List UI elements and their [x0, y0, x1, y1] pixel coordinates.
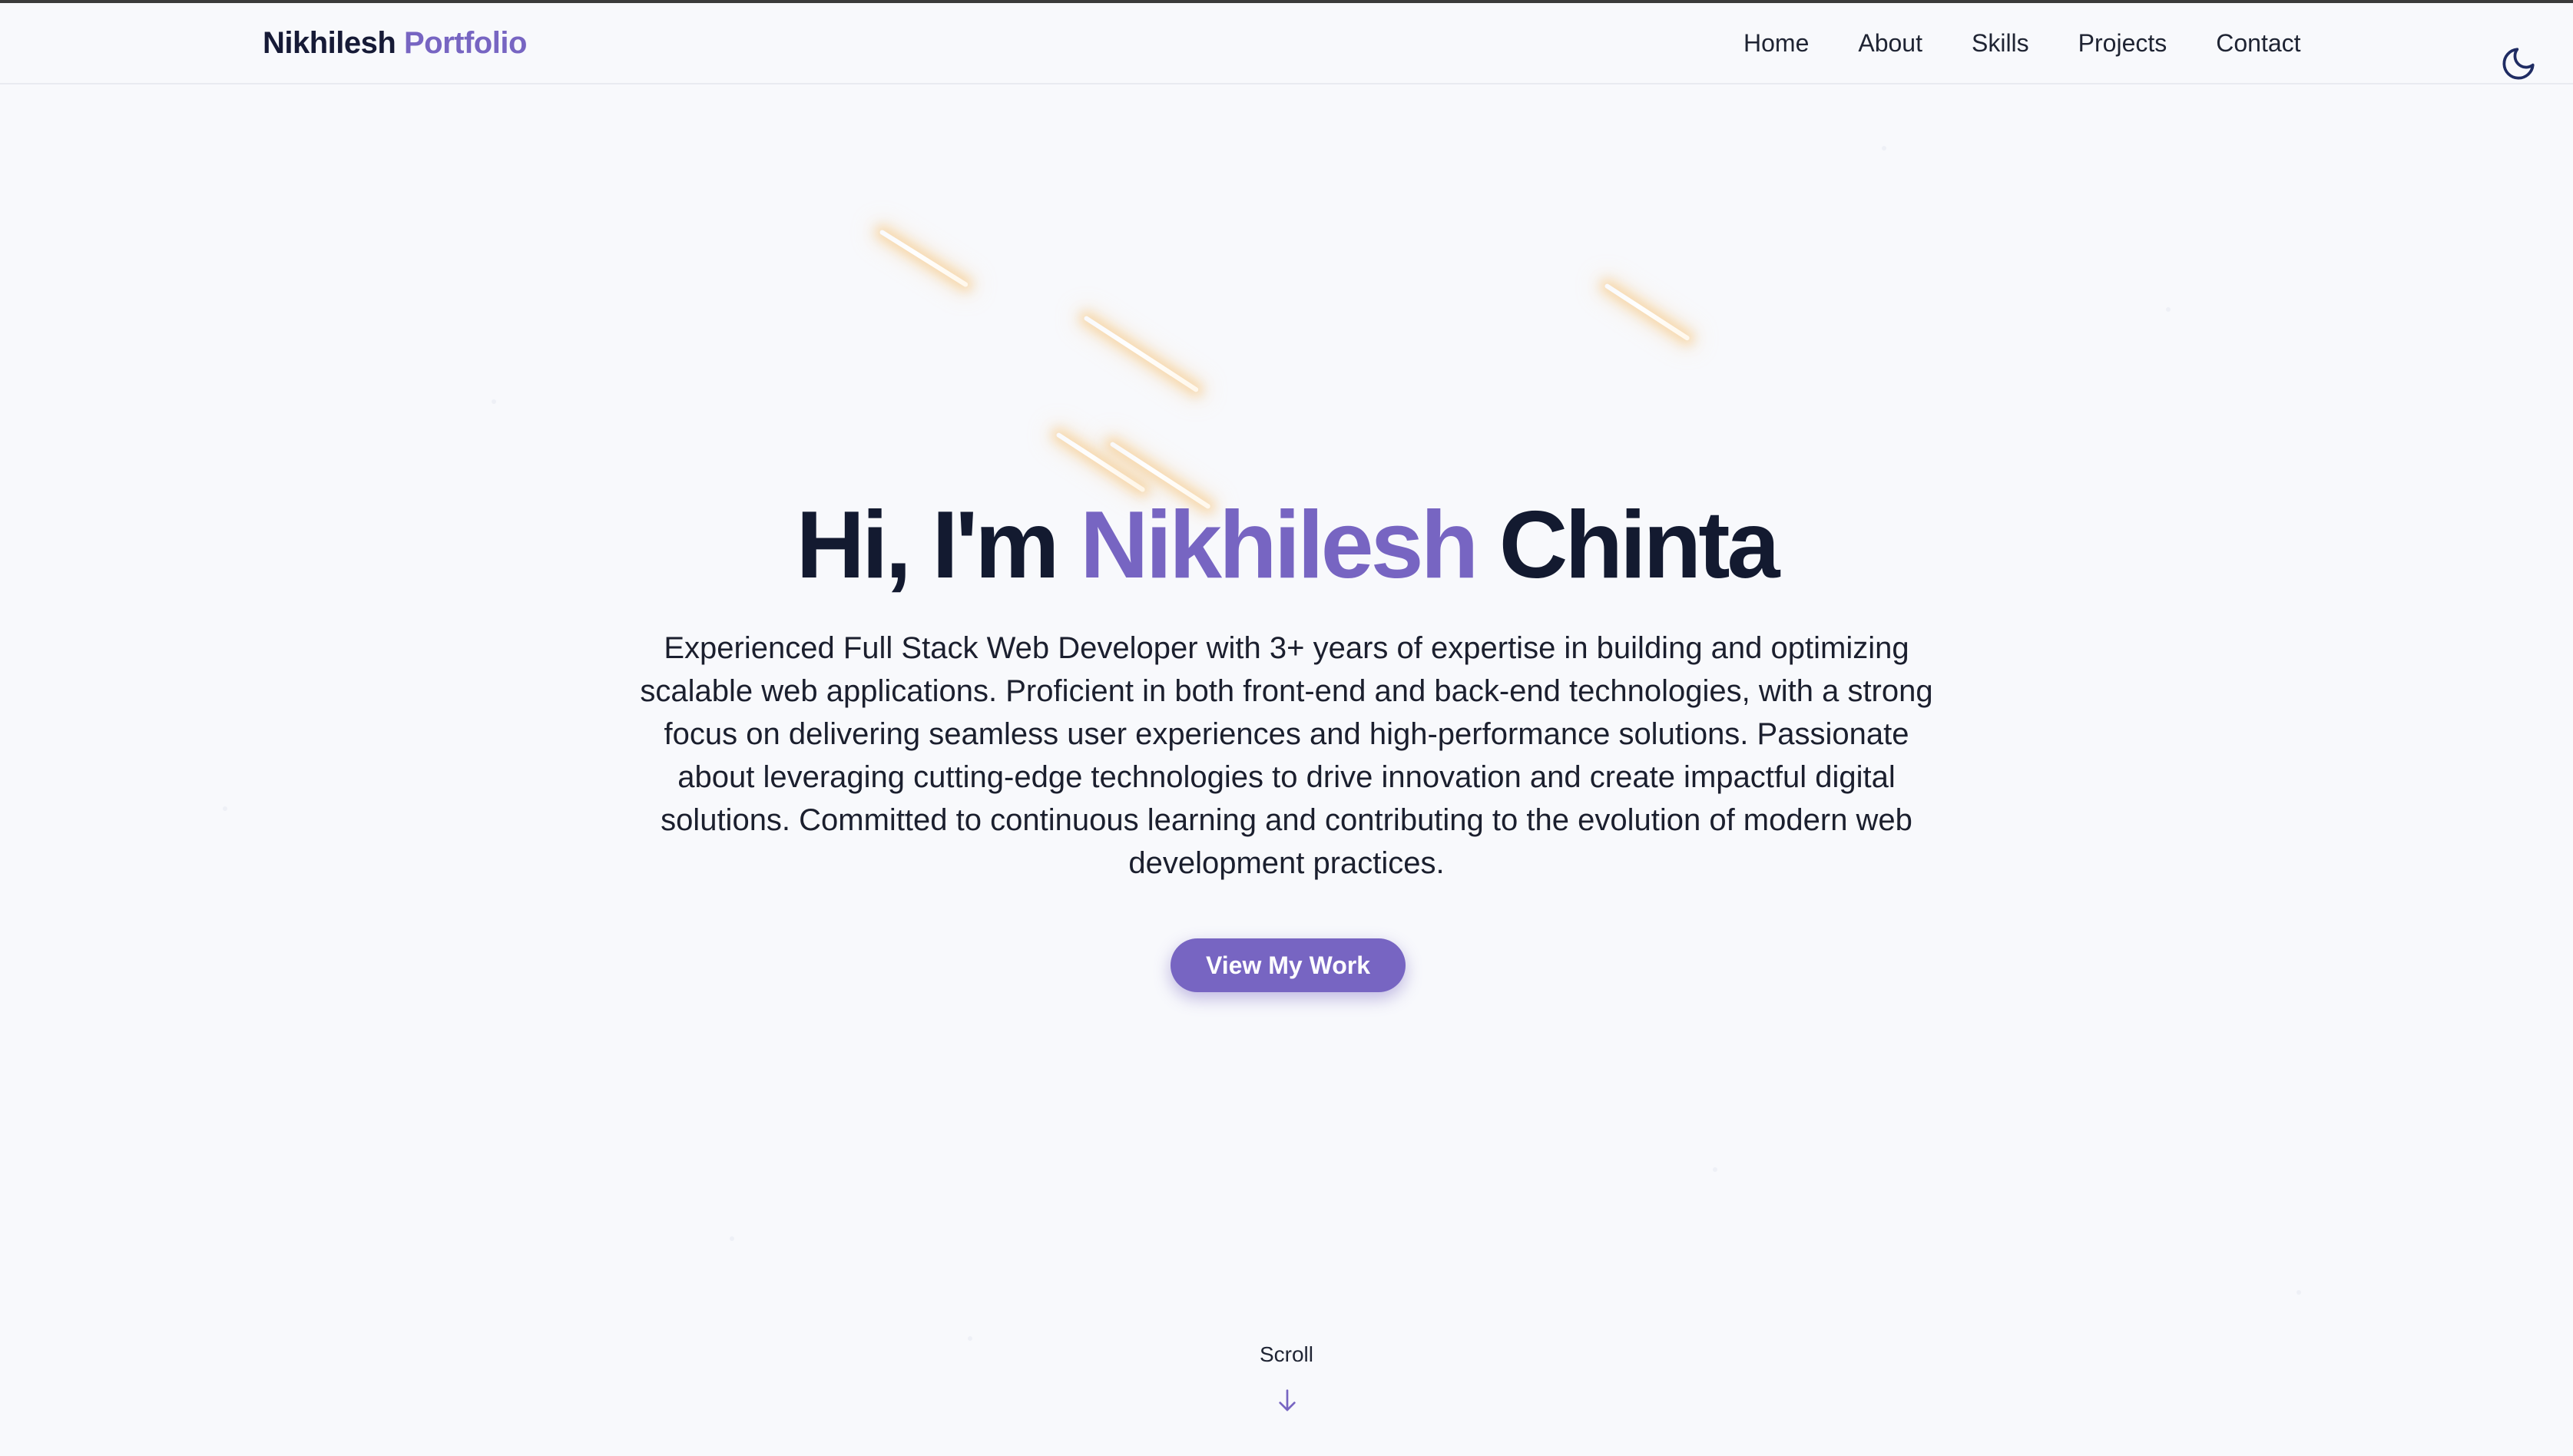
shooting-star [1083, 315, 1200, 393]
nav-skills[interactable]: Skills [1972, 29, 2029, 58]
hero-title: Hi, I'm Nikhilesh Chinta [0, 491, 2573, 599]
nav-home[interactable]: Home [1743, 29, 1809, 58]
hero-title-name: Nikhilesh [1080, 492, 1479, 598]
nav-projects[interactable]: Projects [2078, 29, 2167, 58]
hero-title-suffix: Chinta [1498, 492, 1780, 598]
main-nav: Home About Skills Projects Contact [1743, 29, 2301, 58]
moon-icon [2502, 48, 2535, 80]
background-star [223, 806, 227, 811]
brand-primary: Nikhilesh [263, 26, 396, 60]
navbar: Nikhilesh Portfolio Home About Skills Pr… [0, 3, 2573, 84]
background-star [730, 1236, 734, 1241]
brand-logo[interactable]: Nikhilesh Portfolio [263, 26, 527, 61]
background-star [1882, 146, 1886, 151]
shooting-star [1604, 283, 1690, 342]
nav-about[interactable]: About [1858, 29, 1922, 58]
scroll-label: Scroll [1259, 1342, 1313, 1366]
hero-title-prefix: Hi, I'm [796, 492, 1059, 598]
background-star [1713, 1167, 1717, 1172]
background-star [968, 1336, 972, 1341]
shooting-star [1055, 432, 1146, 493]
theme-toggle-button[interactable] [2499, 45, 2538, 83]
page: Nikhilesh Portfolio Home About Skills Pr… [0, 0, 2573, 1456]
view-my-work-button[interactable]: View My Work [1171, 938, 1406, 992]
background-star [2166, 307, 2171, 312]
background-star [2296, 1290, 2301, 1295]
hero-description: Experienced Full Stack Web Developer wit… [640, 631, 1933, 880]
nav-contact[interactable]: Contact [2216, 29, 2300, 58]
shooting-star [879, 229, 969, 288]
scroll-down-button[interactable] [1275, 1387, 1300, 1415]
arrow-down-icon [1279, 1389, 1296, 1411]
background-star [492, 399, 496, 404]
brand-accent: Portfolio [403, 26, 527, 60]
